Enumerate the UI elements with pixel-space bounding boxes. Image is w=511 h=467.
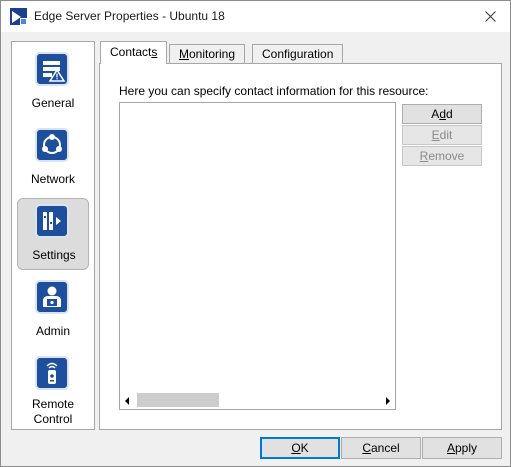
ok-button[interactable]: OK <box>260 437 340 459</box>
apply-button[interactable]: Apply <box>422 437 502 459</box>
close-button[interactable] <box>476 3 504 29</box>
scroll-right-arrow-icon[interactable] <box>386 397 390 405</box>
category-nav: General Network Settings Admin Remote Co… <box>11 41 95 430</box>
app-logo-icon <box>10 8 27 25</box>
horizontal-scrollbar[interactable] <box>120 392 395 409</box>
tab-configuration[interactable]: Configuration <box>252 44 344 64</box>
title-bar: Edge Server Properties - Ubuntu 18 <box>1 1 510 32</box>
remote-control-icon <box>35 356 69 390</box>
nav-item-remote-control[interactable]: Remote Control <box>17 350 89 428</box>
tab-monitoring[interactable]: Monitoring <box>169 44 246 64</box>
nav-label-admin: Admin <box>35 324 70 338</box>
nav-item-network[interactable]: Network <box>17 122 89 194</box>
close-icon <box>484 10 496 22</box>
scroll-left-arrow-icon[interactable] <box>125 397 129 405</box>
nav-label-settings: Settings <box>32 248 76 262</box>
nav-item-admin[interactable]: Admin <box>17 274 89 346</box>
nav-item-general[interactable]: General <box>17 46 89 118</box>
admin-user-icon <box>35 280 69 314</box>
scrollbar-thumb[interactable] <box>137 393 219 407</box>
edit-contact-button[interactable]: Edit <box>402 125 482 145</box>
nav-label-control: Control <box>33 412 73 426</box>
cancel-button[interactable]: Cancel <box>341 437 421 459</box>
nav-label-general: General <box>31 96 75 110</box>
server-warning-icon <box>35 52 69 86</box>
settings-panel-icon <box>35 204 69 238</box>
nav-label-remote: Remote <box>31 397 75 411</box>
remove-contact-button[interactable]: Remove <box>402 146 482 166</box>
nav-label-network: Network <box>30 172 75 186</box>
window-title: Edge Server Properties - Ubuntu 18 <box>34 9 225 23</box>
network-nodes-icon <box>35 128 69 162</box>
add-contact-button[interactable]: Add <box>402 104 482 124</box>
tab-contacts[interactable]: Contacts <box>100 41 168 64</box>
contacts-list[interactable] <box>119 102 396 410</box>
contacts-hint-text: Here you can specify contact information… <box>119 84 429 98</box>
nav-item-settings[interactable]: Settings <box>17 198 89 270</box>
properties-dialog: Edge Server Properties - Ubuntu 18 Gener… <box>0 0 511 467</box>
